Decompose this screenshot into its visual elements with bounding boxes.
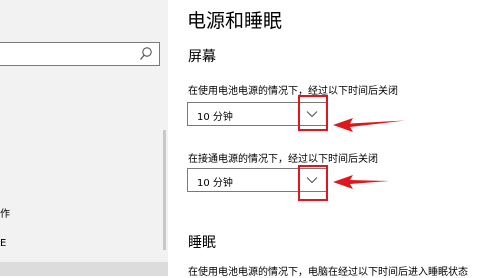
screen-battery-label: 在使用电池电源的情况下，经过以下时间后关闭 — [188, 86, 398, 97]
sidebar-selected-item[interactable] — [0, 262, 168, 276]
annotation-highlight-box — [298, 95, 328, 131]
search-icon[interactable] — [139, 46, 153, 62]
sidebar-item-label[interactable]: 作 — [0, 205, 10, 220]
dropdown-value: 10 分钟 — [197, 178, 233, 189]
annotation-highlight-box — [298, 165, 328, 201]
sleep-section-title: 睡眠 — [188, 235, 216, 251]
dropdown-value: 10 分钟 — [197, 112, 233, 123]
screen-plugged-label: 在接通电源的情况下，经过以下时间后关闭 — [188, 154, 378, 165]
page-title: 电源和睡眠 — [187, 10, 283, 32]
screen-section-title: 屏幕 — [188, 49, 216, 65]
annotation-arrow-icon — [333, 175, 389, 189]
sidebar: 作 E — [0, 0, 168, 276]
sidebar-item-label[interactable]: E — [0, 238, 6, 249]
search-input[interactable] — [0, 42, 160, 66]
sidebar-scrollbar[interactable] — [163, 130, 166, 250]
annotation-arrow-icon — [333, 118, 405, 132]
